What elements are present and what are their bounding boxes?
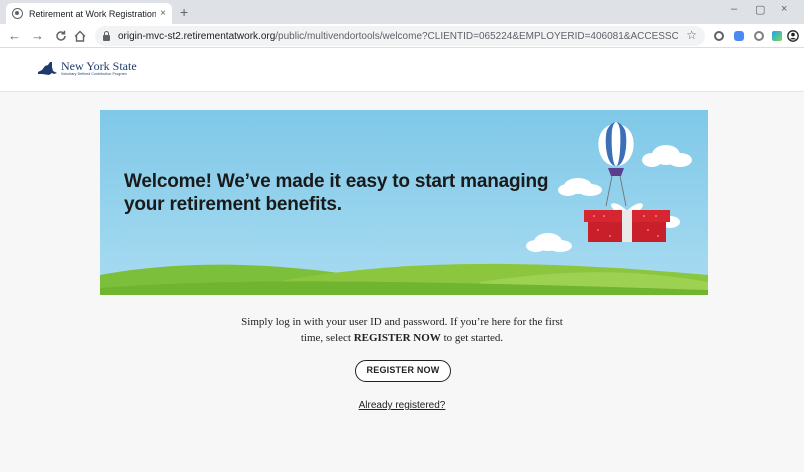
- browser-tab-strip: Retirement at Work Registration × + – ▢ …: [0, 0, 804, 24]
- browser-tab[interactable]: Retirement at Work Registration ×: [6, 3, 172, 24]
- ny-state-outline-icon: [38, 61, 57, 75]
- extension-2-icon[interactable]: [734, 31, 744, 41]
- lock-icon: [103, 30, 110, 41]
- extension-4-icon[interactable]: [772, 31, 782, 41]
- site-header: New York State Voluntary Defined Contrib…: [0, 48, 804, 92]
- forward-arrow-icon[interactable]: →: [31, 28, 44, 44]
- new-tab-button[interactable]: +: [180, 4, 188, 20]
- web-page: New York State Voluntary Defined Contrib…: [0, 48, 804, 472]
- already-registered-link[interactable]: Already registered?: [0, 400, 804, 411]
- back-arrow-icon[interactable]: ←: [8, 28, 21, 44]
- tab-title: Retirement at Work Registration: [29, 8, 157, 19]
- site-favicon-icon: [12, 8, 23, 19]
- logo-title: New York State: [61, 59, 137, 73]
- home-icon[interactable]: [74, 30, 86, 42]
- intro-text: Simply log in with your user ID and pass…: [241, 316, 563, 344]
- register-now-button[interactable]: REGISTER NOW: [355, 360, 451, 382]
- extension-3-icon[interactable]: [754, 31, 764, 41]
- address-bar[interactable]: origin-mvc-st2.retirementatwork.org/publ…: [95, 26, 705, 46]
- nys-logo[interactable]: New York State Voluntary Defined Contrib…: [36, 60, 137, 77]
- profile-icon[interactable]: [787, 30, 799, 42]
- extension-1-icon[interactable]: [714, 31, 724, 41]
- tab-close-icon[interactable]: ×: [160, 8, 166, 19]
- browser-toolbar: ← → origin-mvc-st2.retirementatwork.org/…: [0, 24, 804, 48]
- minimize-button[interactable]: –: [731, 3, 737, 15]
- maximize-button[interactable]: ▢: [755, 3, 765, 16]
- logo-subtitle: Voluntary Defined Contribution Program: [61, 72, 127, 76]
- welcome-banner: Welcome! We’ve made it easy to start man…: [100, 110, 708, 295]
- reload-icon[interactable]: [55, 30, 67, 42]
- close-window-button[interactable]: ×: [781, 3, 787, 15]
- main-content: Welcome! We’ve made it easy to start man…: [0, 92, 804, 472]
- banner-headline: Welcome! We’ve made it easy to start man…: [124, 171, 549, 215]
- url-text: origin-mvc-st2.retirementatwork.org/publ…: [118, 30, 678, 42]
- bookmark-star-icon[interactable]: ☆: [686, 28, 697, 42]
